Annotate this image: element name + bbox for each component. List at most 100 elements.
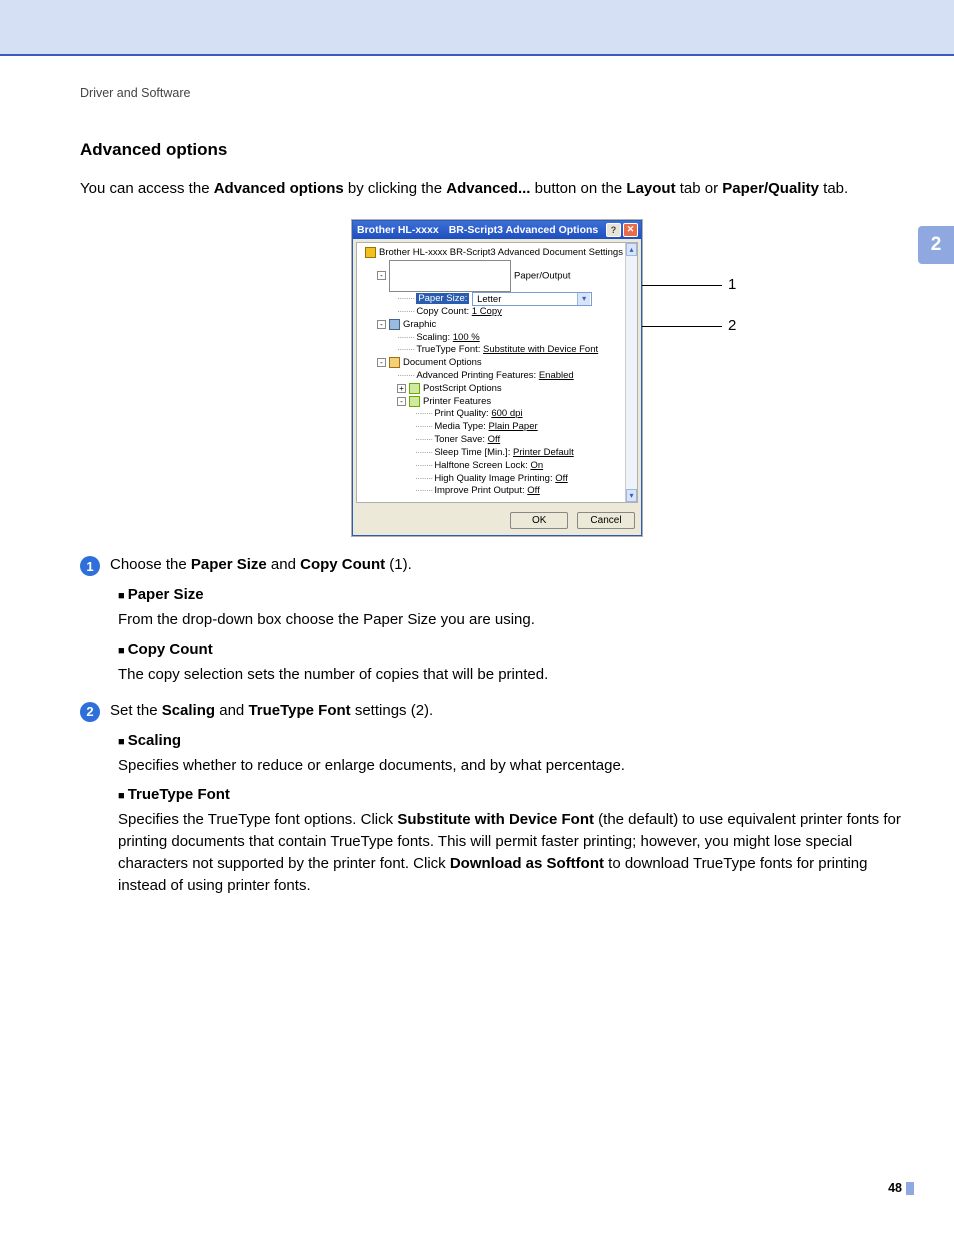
intro-bold-advanced-button: Advanced...	[446, 180, 530, 197]
substep-text: From the drop-down box choose the Paper …	[118, 609, 914, 631]
tree-toner-save[interactable]: ········Toner Save: Off	[359, 434, 623, 447]
scaling-value[interactable]: 100 %	[453, 332, 480, 343]
tree-connector: ········	[397, 344, 414, 355]
tree-copy-count[interactable]: ········Copy Count: 1 Copy	[359, 306, 623, 319]
callout-leader-2	[642, 326, 722, 327]
print-quality-value[interactable]: 600 dpi	[491, 408, 522, 419]
copy-count-value[interactable]: 1 Copy	[472, 306, 502, 317]
tree-paper-output[interactable]: -Paper/Output	[359, 260, 623, 292]
scrollbar[interactable]: ▴ ▾	[625, 243, 637, 502]
intro-paragraph: You can access the Advanced options by c…	[80, 178, 914, 200]
callout-leader-1	[642, 285, 722, 286]
substep-heading: Scaling	[118, 732, 914, 749]
intro-text: You can access the	[80, 180, 214, 197]
tree-media-type[interactable]: ········Media Type: Plain Paper	[359, 421, 623, 434]
step-1: 1 Choose the Paper Size and Copy Count (…	[80, 556, 914, 576]
collapse-icon[interactable]: -	[377, 358, 386, 367]
sleep-time-value[interactable]: Printer Default	[513, 447, 574, 458]
step-text: Set the	[110, 702, 162, 719]
step-bold-truetype: TrueType Font	[248, 702, 350, 719]
tree-connector: ········	[415, 434, 432, 445]
tree-connector: ········	[397, 293, 414, 304]
cancel-button[interactable]: Cancel	[577, 512, 635, 529]
improve-output-value[interactable]: Off	[527, 485, 540, 496]
substep-heading: Copy Count	[118, 641, 914, 658]
tree-sleep-time[interactable]: ········Sleep Time [Min.]: Printer Defau…	[359, 447, 623, 460]
tree-root: Brother HL-xxxx BR-Script3 Advanced Docu…	[359, 247, 623, 260]
halftone-label: Halftone Screen Lock:	[434, 460, 527, 471]
header-band	[0, 0, 954, 56]
tree-print-quality[interactable]: ········Print Quality: 600 dpi	[359, 408, 623, 421]
paper-size-dropdown[interactable]: Letter	[472, 292, 592, 306]
scaling-label: Scaling:	[416, 332, 450, 343]
scroll-up-icon[interactable]: ▴	[626, 243, 637, 256]
tree-printer-features[interactable]: - Printer Features	[359, 396, 623, 409]
page-number: 48	[888, 1181, 914, 1195]
halftone-value[interactable]: On	[530, 460, 543, 471]
tree-scaling[interactable]: ········Scaling: 100 %	[359, 332, 623, 345]
step-2-body: Set the Scaling and TrueType Font settin…	[110, 702, 914, 719]
step-bold-copy-count: Copy Count	[300, 556, 385, 573]
substep-copy-count: Copy Count The copy selection sets the n…	[118, 641, 914, 686]
tree-connector: ········	[415, 408, 432, 419]
tree-connector: ········	[415, 447, 432, 458]
tree-connector: ········	[415, 421, 432, 432]
scroll-down-icon[interactable]: ▾	[626, 489, 637, 502]
tree-connector: ········	[397, 306, 414, 317]
collapse-icon[interactable]: -	[397, 397, 406, 406]
tree-connector: ········	[415, 473, 432, 484]
intro-text: by clicking the	[344, 180, 447, 197]
sleep-time-label: Sleep Time [Min.]:	[434, 447, 510, 458]
truetype-label: TrueType Font:	[416, 344, 480, 355]
intro-text: tab or	[676, 180, 723, 197]
page-number-value: 48	[888, 1181, 902, 1195]
toner-save-value[interactable]: Off	[488, 434, 501, 445]
intro-text: tab.	[819, 180, 848, 197]
printer-icon	[365, 247, 376, 258]
substep-heading: TrueType Font	[118, 786, 914, 803]
substep-scaling: Scaling Specifies whether to reduce or e…	[118, 732, 914, 777]
tree-doc-options[interactable]: -Document Options	[359, 357, 623, 370]
tt-text: Specifies the TrueType font options. Cli…	[118, 811, 397, 828]
substep-text: The copy selection sets the number of co…	[118, 664, 914, 686]
media-type-value[interactable]: Plain Paper	[489, 421, 538, 432]
adv-print-value[interactable]: Enabled	[539, 370, 574, 381]
tree-adv-printing[interactable]: ········Advanced Printing Features: Enab…	[359, 370, 623, 383]
tree-postscript[interactable]: + PostScript Options	[359, 383, 623, 396]
collapse-icon[interactable]: -	[377, 271, 386, 280]
expand-icon[interactable]: +	[397, 384, 406, 393]
tree-truetype[interactable]: ········TrueType Font: Substitute with D…	[359, 344, 623, 357]
tree-paper-size[interactable]: ········Paper Size: Letter	[359, 292, 623, 306]
step-text: (1).	[385, 556, 412, 573]
close-button[interactable]: ✕	[623, 223, 638, 237]
page-content: Driver and Software Advanced options You…	[0, 56, 954, 896]
hq-image-label: High Quality Image Printing:	[434, 473, 552, 484]
tree-hq-image[interactable]: ········High Quality Image Printing: Off	[359, 473, 623, 486]
substep-text: Specifies whether to reduce or enlarge d…	[118, 755, 914, 777]
intro-text: button on the	[530, 180, 626, 197]
substep-truetype: TrueType Font Specifies the TrueType fon…	[118, 786, 914, 896]
scroll-track[interactable]	[626, 256, 637, 489]
tree-graphic[interactable]: - Graphic	[359, 319, 623, 332]
breadcrumb: Driver and Software	[80, 86, 914, 100]
truetype-value[interactable]: Substitute with Device Font	[483, 344, 598, 355]
dialog-footer: OK Cancel	[353, 506, 641, 535]
collapse-icon[interactable]: -	[377, 320, 386, 329]
media-type-label: Media Type:	[434, 421, 486, 432]
tree-label: Graphic	[403, 319, 436, 330]
advanced-options-dialog: Brother HL-xxxx BR-Script3 Advanced Opti…	[352, 220, 642, 536]
substep-text: Specifies the TrueType font options. Cli…	[118, 809, 914, 896]
hq-image-value[interactable]: Off	[555, 473, 568, 484]
page-icon	[389, 260, 511, 292]
intro-bold-layout: Layout	[626, 180, 675, 197]
dialog-title-right: BR-Script3 Advanced Options	[449, 224, 599, 236]
step-bold-paper-size: Paper Size	[191, 556, 267, 573]
tree-improve-output[interactable]: ········Improve Print Output: Off	[359, 485, 623, 498]
step-text: and	[267, 556, 300, 573]
step-number-circle: 1	[80, 556, 100, 576]
tree-label: Printer Features	[423, 396, 491, 407]
tree-label: PostScript Options	[423, 383, 502, 394]
ok-button[interactable]: OK	[510, 512, 568, 529]
tree-halftone[interactable]: ········Halftone Screen Lock: On	[359, 460, 623, 473]
help-button[interactable]: ?	[606, 223, 621, 237]
